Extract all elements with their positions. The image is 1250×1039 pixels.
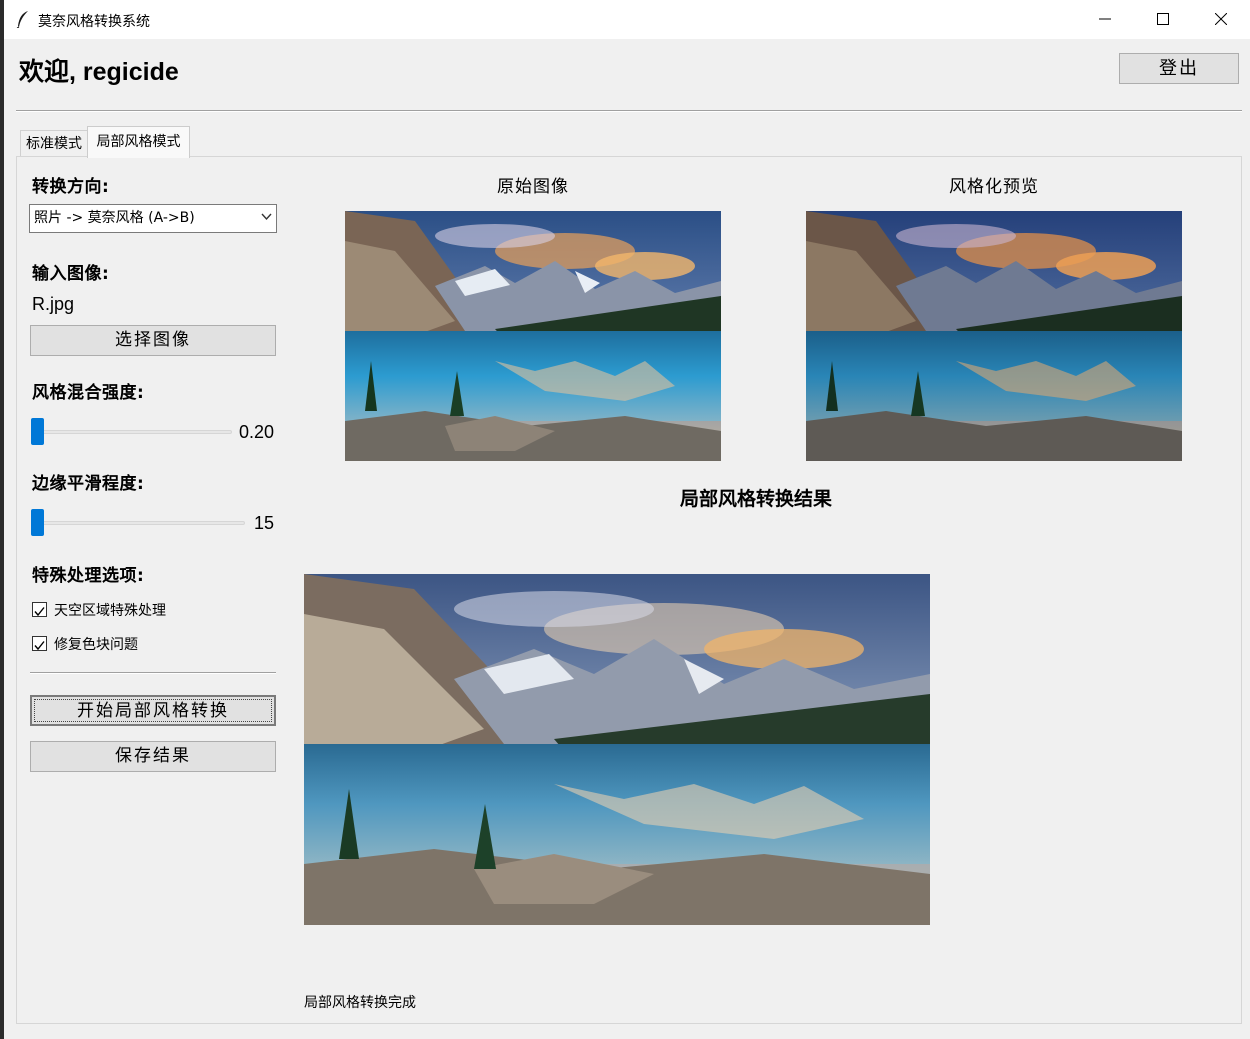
maximize-button[interactable]: [1134, 0, 1192, 39]
status-text: 局部风格转换完成: [304, 995, 416, 1011]
minimize-icon: [1099, 18, 1111, 20]
save-result-button[interactable]: 保存结果: [30, 741, 276, 772]
special-options-label: 特殊处理选项:: [32, 566, 145, 586]
direction-select-value: 照片 -> 莫奈风格 (A->B): [34, 210, 195, 226]
welcome-heading: 欢迎, regicide: [19, 58, 179, 86]
edge-smoothing-slider[interactable]: [31, 509, 44, 536]
blend-strength-value: 0.20: [239, 422, 275, 442]
start-local-transfer-button[interactable]: 开始局部风格转换: [30, 695, 276, 726]
checkbox-box[interactable]: [32, 602, 47, 617]
title-bar: 莫奈风格转换系统: [4, 0, 1250, 39]
window-title: 莫奈风格转换系统: [38, 14, 150, 30]
logout-button[interactable]: 登出: [1119, 53, 1239, 84]
sky-special-label: 天空区域特殊处理: [54, 603, 166, 619]
checkbox-box[interactable]: [32, 636, 47, 651]
original-image: [345, 211, 721, 461]
direction-select[interactable]: 照片 -> 莫奈风格 (A->B): [29, 204, 277, 233]
minimize-button[interactable]: [1076, 0, 1134, 39]
style-preview-image: [806, 211, 1182, 461]
close-icon: [1215, 13, 1227, 25]
preview-image-title: 风格化预览: [949, 177, 1039, 197]
direction-label: 转换方向:: [32, 177, 110, 197]
blend-strength-track[interactable]: [36, 430, 232, 434]
header-divider: [16, 110, 1242, 112]
result-title: 局部风格转换结果: [680, 488, 833, 510]
blend-strength-label: 风格混合强度:: [32, 383, 145, 403]
check-icon: [34, 641, 45, 651]
local-style-result-image: [304, 574, 930, 925]
tab-standard-mode[interactable]: 标准模式: [20, 130, 88, 156]
maximize-icon: [1157, 13, 1169, 25]
app-window: 莫奈风格转换系统 欢迎, regicide 登出 标准模式 局部风格模式 转换方…: [4, 0, 1250, 1039]
chevron-down-icon: [261, 213, 272, 221]
blend-strength-slider[interactable]: [31, 418, 44, 445]
original-image-title: 原始图像: [497, 177, 569, 197]
fix-color-block-label: 修复色块问题: [54, 637, 138, 653]
check-icon: [34, 607, 45, 617]
tab-local-style-mode[interactable]: 局部风格模式: [87, 126, 190, 158]
input-image-label: 输入图像:: [32, 264, 110, 284]
feather-icon: [16, 11, 28, 28]
edge-smoothing-track[interactable]: [36, 521, 245, 525]
close-button[interactable]: [1192, 0, 1250, 39]
choose-image-button[interactable]: 选择图像: [30, 325, 276, 356]
edge-smoothing-label: 边缘平滑程度:: [32, 474, 145, 494]
controls-divider: [30, 672, 276, 674]
edge-smoothing-value: 15: [254, 513, 275, 533]
input-filename: R.jpg: [32, 294, 75, 314]
